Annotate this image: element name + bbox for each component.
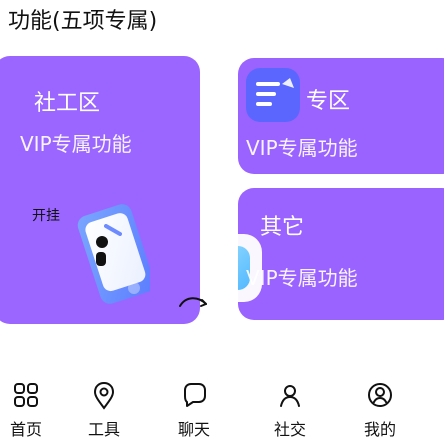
- social-card-title: 社工区: [34, 91, 101, 116]
- other-card-subtitle: VIP专属功能: [246, 266, 358, 290]
- other-card-title: 其它: [260, 215, 305, 240]
- gym-card-title: 专区: [306, 89, 351, 114]
- phone-illustration-icon: [77, 204, 150, 304]
- profile-icon: [368, 383, 392, 407]
- tab-label: 我的: [363, 420, 396, 439]
- tab-label: 聊天: [177, 420, 210, 439]
- page: 功能(五项专属) 社工区 VIP专属功能 开挂 专区 VIP专属功能 其它 VI…: [0, 0, 444, 448]
- social-card-illustration-label: 开挂: [32, 208, 60, 224]
- social-card-subtitle: VIP专属功能: [20, 132, 132, 156]
- tab-chat[interactable]: 聊天: [150, 330, 238, 448]
- tab-social[interactable]: 社交: [246, 330, 334, 448]
- chat-icon: [184, 383, 206, 407]
- gym-card-subtitle: VIP专属功能: [246, 136, 358, 160]
- tab-label: 首页: [9, 420, 42, 439]
- tab-tools[interactable]: 工具: [60, 330, 148, 448]
- location-icon: [93, 381, 115, 410]
- social-card[interactable]: 社工区 VIP专属功能 开挂: [0, 56, 200, 324]
- other-card[interactable]: 其它 VIP专属功能: [238, 188, 444, 320]
- bottom-tabbar: 首页 工具 聊天 社交 我的: [0, 330, 444, 448]
- tab-profile[interactable]: 我的: [336, 330, 424, 448]
- tab-label: 社交: [273, 420, 306, 439]
- grid-icon: [14, 383, 38, 407]
- people-icon: [280, 385, 300, 407]
- page-title: 功能(五项专属): [8, 9, 158, 34]
- tab-label: 工具: [87, 420, 120, 439]
- share-glyph-icon: [179, 297, 207, 307]
- gym-card[interactable]: 专区 VIP专属功能: [238, 58, 444, 174]
- gym-card-icon: [246, 68, 300, 122]
